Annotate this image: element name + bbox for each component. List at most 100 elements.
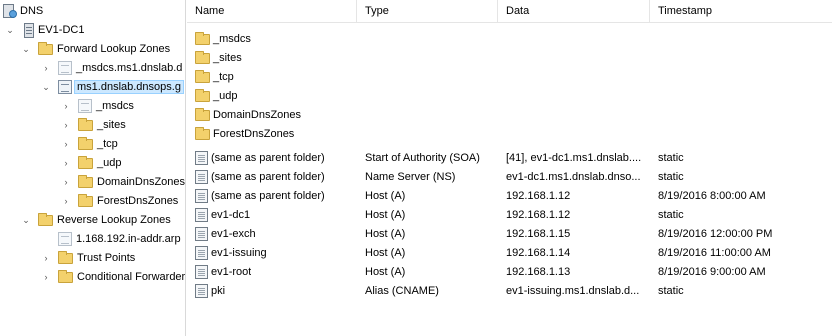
record-type: Name Server (NS) bbox=[365, 171, 456, 183]
record-name: (same as parent folder) bbox=[211, 190, 325, 202]
tree-node-msdcs-zone[interactable]: › _msdcs.ms1.dnslab.d bbox=[40, 59, 182, 77]
record-data: 192.168.1.12 bbox=[506, 209, 571, 221]
folder-icon bbox=[195, 50, 210, 64]
tree-node-server[interactable]: ⌄ EV1-DC1 bbox=[4, 21, 84, 39]
record-icon bbox=[195, 227, 208, 241]
tree-label-trust-points: Trust Points bbox=[77, 252, 136, 264]
record-data: 192.168.1.12 bbox=[506, 190, 571, 202]
record-type: Start of Authority (SOA) bbox=[365, 152, 480, 164]
tree-node-main-zone[interactable]: ⌄ ms1.dnslab.dnsops.g bbox=[40, 78, 184, 96]
column-header-timestamp[interactable]: Timestamp bbox=[650, 0, 832, 22]
tree-label-subfolder: ForestDnsZones bbox=[97, 195, 179, 207]
chevron-down-icon[interactable]: ⌄ bbox=[20, 215, 32, 226]
chevron-right-icon[interactable]: › bbox=[60, 120, 72, 130]
record-timestamp: 8/19/2016 12:00:00 PM bbox=[658, 228, 773, 240]
row-name: ForestDnsZones bbox=[213, 128, 295, 140]
tree-node-forward-zones[interactable]: ⌄ Forward Lookup Zones bbox=[20, 40, 170, 58]
tree-node-dns[interactable]: DNS bbox=[2, 2, 43, 20]
column-header-name[interactable]: Name bbox=[187, 0, 357, 22]
record-data: 192.168.1.15 bbox=[506, 228, 571, 240]
header-divider bbox=[187, 22, 832, 23]
record-icon bbox=[195, 151, 208, 165]
chevron-down-icon[interactable]: ⌄ bbox=[20, 44, 32, 55]
record-name: ev1-issuing bbox=[211, 247, 267, 259]
tree-label-subfolder: _udp bbox=[97, 157, 122, 169]
row-name: DomainDnsZones bbox=[213, 109, 302, 121]
tree-node-subfolder[interactable]: › DomainDnsZones bbox=[60, 173, 185, 191]
tree-label-subfolder: _tcp bbox=[97, 138, 118, 150]
record-icon bbox=[195, 170, 208, 184]
chevron-right-icon[interactable]: › bbox=[60, 139, 72, 149]
table-row[interactable]: ev1-issuing Host (A) 192.168.1.14 8/19/2… bbox=[187, 243, 832, 263]
record-name: (same as parent folder) bbox=[211, 171, 325, 183]
chevron-down-icon[interactable]: ⌄ bbox=[40, 82, 52, 93]
list-item[interactable]: _msdcs bbox=[187, 29, 832, 49]
zone-icon bbox=[58, 232, 72, 246]
column-header-data[interactable]: Data bbox=[498, 0, 650, 22]
list-item[interactable]: _tcp bbox=[187, 67, 832, 87]
tree-label-forward-zones: Forward Lookup Zones bbox=[57, 43, 171, 55]
record-name: (same as parent folder) bbox=[211, 152, 325, 164]
tree-label-reverse-zone: 1.168.192.in-addr.arp bbox=[76, 233, 181, 245]
folder-icon bbox=[195, 107, 210, 121]
tree-node-reverse-zone[interactable]: 1.168.192.in-addr.arp bbox=[58, 230, 181, 248]
chevron-right-icon[interactable]: › bbox=[60, 196, 72, 206]
console-tree: DNS ⌄ EV1-DC1 ⌄ Forward Lookup Zones › _… bbox=[0, 0, 186, 336]
folder-icon bbox=[38, 41, 53, 55]
record-icon bbox=[195, 189, 208, 203]
tree-node-conditional-forwarders[interactable]: › Conditional Forwarders bbox=[40, 268, 185, 286]
tree-node-subfolder[interactable]: › _udp bbox=[60, 154, 121, 172]
column-header-type[interactable]: Type bbox=[357, 0, 498, 22]
zone-icon bbox=[78, 99, 92, 113]
tree-node-trust-points[interactable]: › Trust Points bbox=[40, 249, 135, 267]
record-timestamp: 8/19/2016 11:00:00 AM bbox=[658, 247, 771, 259]
record-timestamp: static bbox=[658, 171, 684, 183]
folder-icon bbox=[78, 155, 93, 169]
chevron-right-icon[interactable]: › bbox=[60, 158, 72, 168]
row-name: _udp bbox=[213, 90, 238, 102]
table-row[interactable]: (same as parent folder) Start of Authori… bbox=[187, 148, 832, 168]
folder-icon bbox=[78, 117, 93, 131]
tree-node-subfolder[interactable]: › ForestDnsZones bbox=[60, 192, 178, 210]
table-row[interactable]: ev1-root Host (A) 192.168.1.13 8/19/2016… bbox=[187, 262, 832, 282]
record-type: Host (A) bbox=[365, 247, 406, 259]
tree-node-subfolder[interactable]: › _tcp bbox=[60, 135, 118, 153]
record-data: ev1-issuing.ms1.dnslab.d... bbox=[506, 285, 640, 297]
folder-icon bbox=[38, 212, 53, 226]
table-row[interactable]: (same as parent folder) Host (A) 192.168… bbox=[187, 186, 832, 206]
record-data: ev1-dc1.ms1.dnslab.dnso... bbox=[506, 171, 641, 183]
chevron-right-icon[interactable]: › bbox=[40, 272, 52, 282]
record-type: Host (A) bbox=[365, 228, 406, 240]
chevron-right-icon[interactable]: › bbox=[40, 253, 52, 263]
chevron-right-icon[interactable]: › bbox=[60, 177, 72, 187]
list-item[interactable]: ForestDnsZones bbox=[187, 124, 832, 144]
folder-icon bbox=[78, 174, 93, 188]
folder-icon bbox=[195, 69, 210, 83]
row-name: _tcp bbox=[213, 71, 234, 83]
record-icon bbox=[195, 284, 208, 298]
record-timestamp: static bbox=[658, 209, 684, 221]
list-item[interactable]: DomainDnsZones bbox=[187, 105, 832, 125]
record-data: 192.168.1.13 bbox=[506, 266, 571, 278]
chevron-right-icon[interactable]: › bbox=[60, 101, 72, 111]
folder-icon bbox=[58, 269, 73, 283]
list-item[interactable]: _sites bbox=[187, 48, 832, 68]
dns-icon bbox=[2, 4, 17, 18]
tree-label-subfolder: DomainDnsZones bbox=[97, 176, 186, 188]
list-item[interactable]: _udp bbox=[187, 86, 832, 106]
folder-icon bbox=[195, 31, 210, 45]
table-row[interactable]: ev1-dc1 Host (A) 192.168.1.12 static bbox=[187, 205, 832, 225]
tree-node-subfolder[interactable]: › _msdcs bbox=[60, 97, 134, 115]
chevron-right-icon[interactable]: › bbox=[40, 63, 52, 73]
chevron-down-icon[interactable]: ⌄ bbox=[4, 25, 16, 36]
table-row[interactable]: (same as parent folder) Name Server (NS)… bbox=[187, 167, 832, 187]
table-row[interactable]: pki Alias (CNAME) ev1-issuing.ms1.dnslab… bbox=[187, 281, 832, 301]
tree-node-subfolder[interactable]: › _sites bbox=[60, 116, 126, 134]
table-row[interactable]: ev1-exch Host (A) 192.168.1.15 8/19/2016… bbox=[187, 224, 832, 244]
record-timestamp: 8/19/2016 9:00:00 AM bbox=[658, 266, 766, 278]
record-name: ev1-dc1 bbox=[211, 209, 251, 221]
tree-node-reverse-zones[interactable]: ⌄ Reverse Lookup Zones bbox=[20, 211, 171, 229]
folder-icon bbox=[195, 88, 210, 102]
record-name: ev1-root bbox=[211, 266, 252, 278]
zone-icon bbox=[58, 61, 72, 75]
